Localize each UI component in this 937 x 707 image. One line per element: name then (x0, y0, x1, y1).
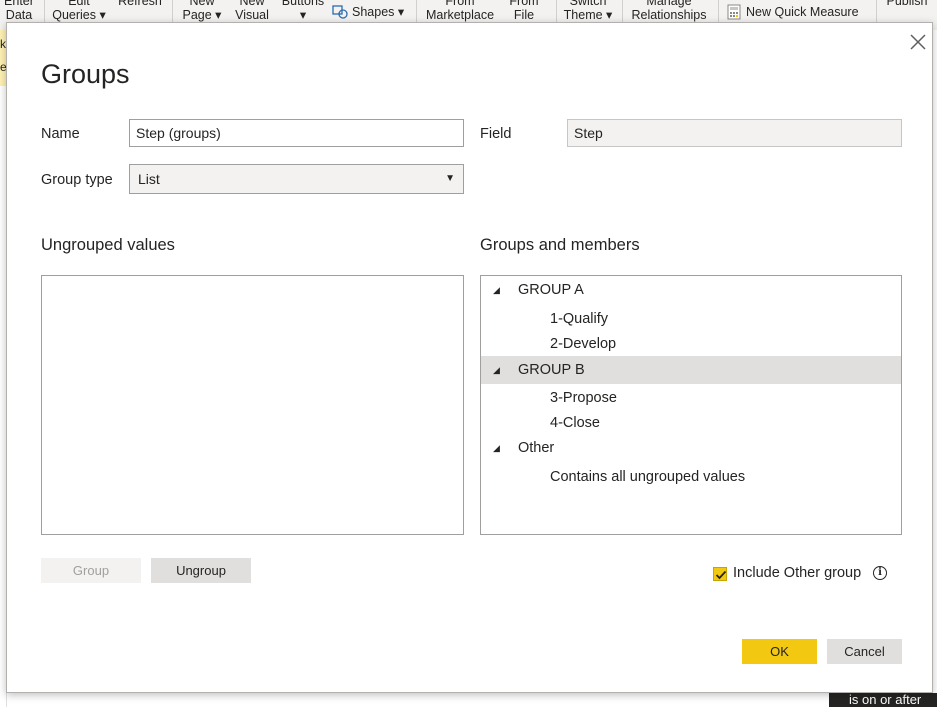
ribbon-from-file[interactable]: From File (504, 0, 544, 22)
ribbon-separator (556, 0, 557, 24)
ribbon-separator (718, 0, 719, 24)
include-other-label[interactable]: Include Other group (733, 565, 861, 581)
field-value: Step (567, 119, 902, 147)
expanded-triangle-icon[interactable]: ◢ (493, 436, 500, 461)
background-tooltip: is on or after (829, 693, 937, 707)
shapes-icon (332, 4, 348, 19)
tree-group-row[interactable]: ◢ GROUP A (481, 278, 901, 303)
ungroup-button[interactable]: Ungroup (151, 558, 251, 583)
group-button[interactable]: Group (41, 558, 141, 583)
group-type-label: Group type (41, 172, 113, 188)
ribbon-from-marketplace[interactable]: From Marketplace (420, 0, 500, 22)
ribbon-separator (416, 0, 417, 24)
background-right-panel (933, 30, 937, 707)
dialog-title: Groups (41, 59, 130, 89)
ungrouped-values-title: Ungrouped values (41, 236, 175, 254)
group-type-value: List (138, 171, 160, 187)
include-other-checkbox[interactable] (713, 567, 727, 581)
tree-member-row[interactable]: 4-Close (481, 411, 901, 436)
expanded-triangle-icon[interactable]: ◢ (493, 278, 500, 303)
group-type-select[interactable]: List ▼ (129, 164, 464, 194)
close-button[interactable] (906, 30, 930, 54)
cancel-button[interactable]: Cancel (827, 639, 902, 664)
ribbon-manage-relationships[interactable]: Manage Relationships (626, 0, 712, 22)
ribbon-new-quick-measure[interactable]: New Quick Measure (726, 4, 859, 20)
tree-member-row[interactable]: 3-Propose (481, 386, 901, 411)
ribbon-separator (876, 0, 877, 24)
tree-group-row[interactable]: ◢ Other (481, 436, 901, 461)
ribbon-new-visual[interactable]: New Visual (230, 0, 274, 22)
ribbon-shapes[interactable]: Shapes ▾ (332, 4, 404, 19)
tree-group-row-selected[interactable]: ◢ GROUP B (481, 356, 901, 384)
ribbon-new-page[interactable]: New Page ▾ (178, 0, 226, 22)
tree-member-row[interactable]: 1-Qualify (481, 307, 901, 332)
ungrouped-values-list[interactable] (41, 275, 464, 535)
ribbon-switch-theme[interactable]: Switch Theme ▾ (560, 0, 616, 22)
groups-and-members-tree[interactable]: ◢ GROUP A 1-Qualify 2-Develop ◢ GROUP B … (480, 275, 902, 535)
ribbon-edit-queries[interactable]: Edit Queries ▾ (48, 0, 110, 22)
tree-member-row[interactable]: Contains all ungrouped values (481, 465, 901, 490)
checkmark-icon (715, 570, 727, 580)
ribbon-separator (44, 0, 45, 24)
field-label: Field (480, 126, 512, 142)
groups-dialog: Groups Name Field Step Group type List ▼… (6, 22, 933, 693)
close-icon (910, 34, 926, 50)
ribbon-enter-data[interactable]: Enter Data (0, 0, 38, 22)
ribbon-publish[interactable]: Publish (880, 0, 934, 8)
ribbon-separator (172, 0, 173, 24)
name-input[interactable] (129, 119, 464, 147)
ribbon-buttons[interactable]: Buttons ▾ (278, 0, 328, 22)
calculator-icon (726, 4, 742, 20)
name-label: Name (41, 126, 80, 142)
expanded-triangle-icon[interactable]: ◢ (493, 356, 500, 384)
ribbon-refresh[interactable]: Refresh (112, 0, 168, 8)
info-icon[interactable]: i (873, 566, 887, 580)
ribbon-separator (622, 0, 623, 24)
groups-and-members-title: Groups and members (480, 236, 640, 254)
tree-member-row[interactable]: 2-Develop (481, 332, 901, 357)
caret-down-icon: ▼ (445, 173, 455, 184)
ok-button[interactable]: OK (742, 639, 817, 664)
